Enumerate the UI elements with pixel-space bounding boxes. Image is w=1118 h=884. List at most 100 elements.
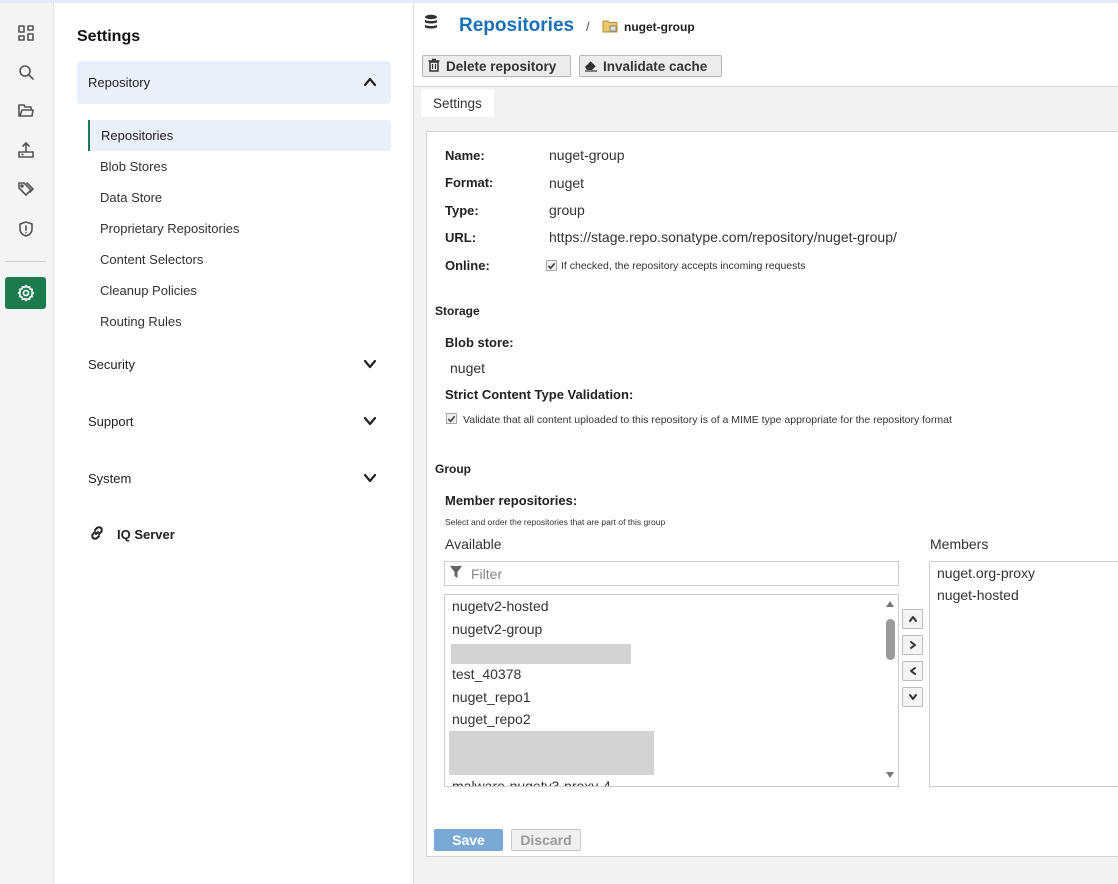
filter-input[interactable]: Filter xyxy=(444,561,899,586)
chevron-up-icon xyxy=(908,612,918,627)
database-icon xyxy=(423,14,439,32)
scroll-down-arrow-icon[interactable] xyxy=(886,772,894,778)
member-repositories-label: Member repositories: xyxy=(445,493,578,508)
strict-validation-checkbox[interactable] xyxy=(446,413,457,424)
settings-sidebar: Settings Repository Repositories Blob St… xyxy=(54,3,414,884)
member-repositories-help: Select and order the repositories that a… xyxy=(445,517,666,527)
list-item[interactable]: test_40378 xyxy=(452,666,521,682)
sidebar-item-label: IQ Server xyxy=(117,527,175,542)
filter-placeholder: Filter xyxy=(471,565,503,582)
list-scrollbar[interactable] xyxy=(882,595,898,786)
discard-button[interactable]: Discard xyxy=(511,829,581,851)
strict-validation-help-text: Validate that all content uploaded to th… xyxy=(463,414,952,426)
sidebar-section-label: Repository xyxy=(88,75,151,90)
sidebar-section-support[interactable]: Support xyxy=(77,400,391,443)
format-value: nuget xyxy=(549,175,585,191)
sidebar-section-label: Security xyxy=(88,357,135,372)
sidebar-item-cleanup-policies[interactable]: Cleanup Policies xyxy=(88,275,391,306)
add-member-button[interactable] xyxy=(902,635,923,655)
sidebar-item-routing-rules[interactable]: Routing Rules xyxy=(88,306,391,337)
scroll-thumb[interactable] xyxy=(886,619,895,660)
move-down-button[interactable] xyxy=(902,687,923,707)
tab-bar: Settings xyxy=(414,87,1118,121)
type-value: group xyxy=(549,202,585,218)
blob-store-value: nuget xyxy=(450,360,486,376)
redacted-item xyxy=(449,731,654,775)
dashboard-icon[interactable] xyxy=(5,17,46,49)
gear-icon[interactable] xyxy=(5,277,46,309)
page-header: Repositories / nuget-group Delete reposi… xyxy=(414,3,1118,87)
sidebar-title: Settings xyxy=(77,28,141,45)
folder-icon[interactable] xyxy=(5,95,46,127)
sidebar-section-repository[interactable]: Repository xyxy=(77,61,391,104)
chevron-down-icon xyxy=(363,357,377,371)
strict-validation-label: Strict Content Type Validation: xyxy=(445,387,634,402)
remove-member-button[interactable] xyxy=(902,661,923,681)
breadcrumb-current: nuget-group xyxy=(624,20,695,34)
delete-repository-button[interactable]: Delete repository xyxy=(422,55,571,77)
trash-icon xyxy=(427,58,446,75)
members-list: nuget.org-proxy nuget-hosted xyxy=(929,561,1118,787)
list-item[interactable]: nugetv2-group xyxy=(452,621,542,637)
main-content: Repositories / nuget-group Delete reposi… xyxy=(414,3,1118,884)
repository-settings-form: Name: nuget-group Format: nuget Type: gr… xyxy=(426,131,1118,857)
filter-icon xyxy=(449,565,471,582)
link-icon xyxy=(89,525,117,544)
upload-icon[interactable] xyxy=(5,134,46,166)
move-up-button[interactable] xyxy=(902,609,923,629)
chevron-right-icon xyxy=(908,638,918,653)
chevron-down-icon xyxy=(363,471,377,485)
list-item[interactable]: nuget.org-proxy xyxy=(937,565,1035,581)
members-heading: Members xyxy=(930,536,989,552)
sidebar-section-label: Support xyxy=(88,414,134,429)
eraser-icon xyxy=(584,58,603,75)
online-label: Online: xyxy=(445,258,490,273)
search-icon[interactable] xyxy=(5,56,46,88)
group-repository-icon xyxy=(602,19,618,33)
sidebar-section-security[interactable]: Security xyxy=(77,343,391,386)
invalidate-cache-label: Invalidate cache xyxy=(603,58,708,74)
sidebar-item-blob-stores[interactable]: Blob Stores xyxy=(88,151,391,182)
url-value: https://stage.repo.sonatype.com/reposito… xyxy=(549,229,897,245)
invalidate-cache-button[interactable]: Invalidate cache xyxy=(579,55,722,77)
icon-rail xyxy=(0,3,54,884)
sidebar-item-iq-server[interactable]: IQ Server xyxy=(89,525,175,544)
url-label: URL: xyxy=(445,230,477,245)
chevron-up-icon xyxy=(363,75,377,89)
save-button[interactable]: Save xyxy=(434,829,503,851)
sidebar-item-repositories[interactable]: Repositories xyxy=(88,120,391,151)
scroll-up-arrow-icon[interactable] xyxy=(886,601,894,607)
tab-settings[interactable]: Settings xyxy=(421,89,494,117)
tags-icon[interactable] xyxy=(5,173,46,205)
group-heading: Group xyxy=(435,462,471,476)
sidebar-item-proprietary-repositories[interactable]: Proprietary Repositories xyxy=(88,213,391,244)
available-repositories-list: nugetv2-hosted nugetv2-group test_40378 … xyxy=(444,594,899,787)
storage-heading: Storage xyxy=(435,304,480,318)
breadcrumb-separator: / xyxy=(586,19,590,34)
redacted-item xyxy=(451,644,631,664)
chevron-down-icon xyxy=(908,690,918,705)
list-item[interactable]: nuget_repo2 xyxy=(452,711,531,727)
breadcrumb-repositories[interactable]: Repositories xyxy=(459,15,574,37)
chevron-down-icon xyxy=(363,414,377,428)
sidebar-item-content-selectors[interactable]: Content Selectors xyxy=(88,244,391,275)
rail-divider xyxy=(5,261,46,262)
list-item[interactable]: nuget-hosted xyxy=(937,587,1019,603)
sidebar-section-label: System xyxy=(88,471,132,486)
shield-icon[interactable] xyxy=(5,213,46,245)
format-label: Format: xyxy=(445,175,494,190)
type-label: Type: xyxy=(445,203,479,218)
delete-repository-label: Delete repository xyxy=(446,58,557,74)
list-item[interactable]: nuget_repo1 xyxy=(452,689,531,705)
available-heading: Available xyxy=(445,536,502,552)
list-item[interactable]: nugetv2-hosted xyxy=(452,598,549,614)
sidebar-section-system[interactable]: System xyxy=(77,457,391,500)
name-label: Name: xyxy=(445,148,485,163)
sidebar-item-data-store[interactable]: Data Store xyxy=(88,182,391,213)
blob-store-label: Blob store: xyxy=(445,335,514,350)
online-help-text: If checked, the repository accepts incom… xyxy=(561,260,806,272)
name-value: nuget-group xyxy=(549,147,625,163)
chevron-left-icon xyxy=(908,664,918,679)
online-checkbox[interactable] xyxy=(546,260,557,271)
list-item[interactable]: malware-nugetv3-proxy-4 xyxy=(452,778,611,786)
